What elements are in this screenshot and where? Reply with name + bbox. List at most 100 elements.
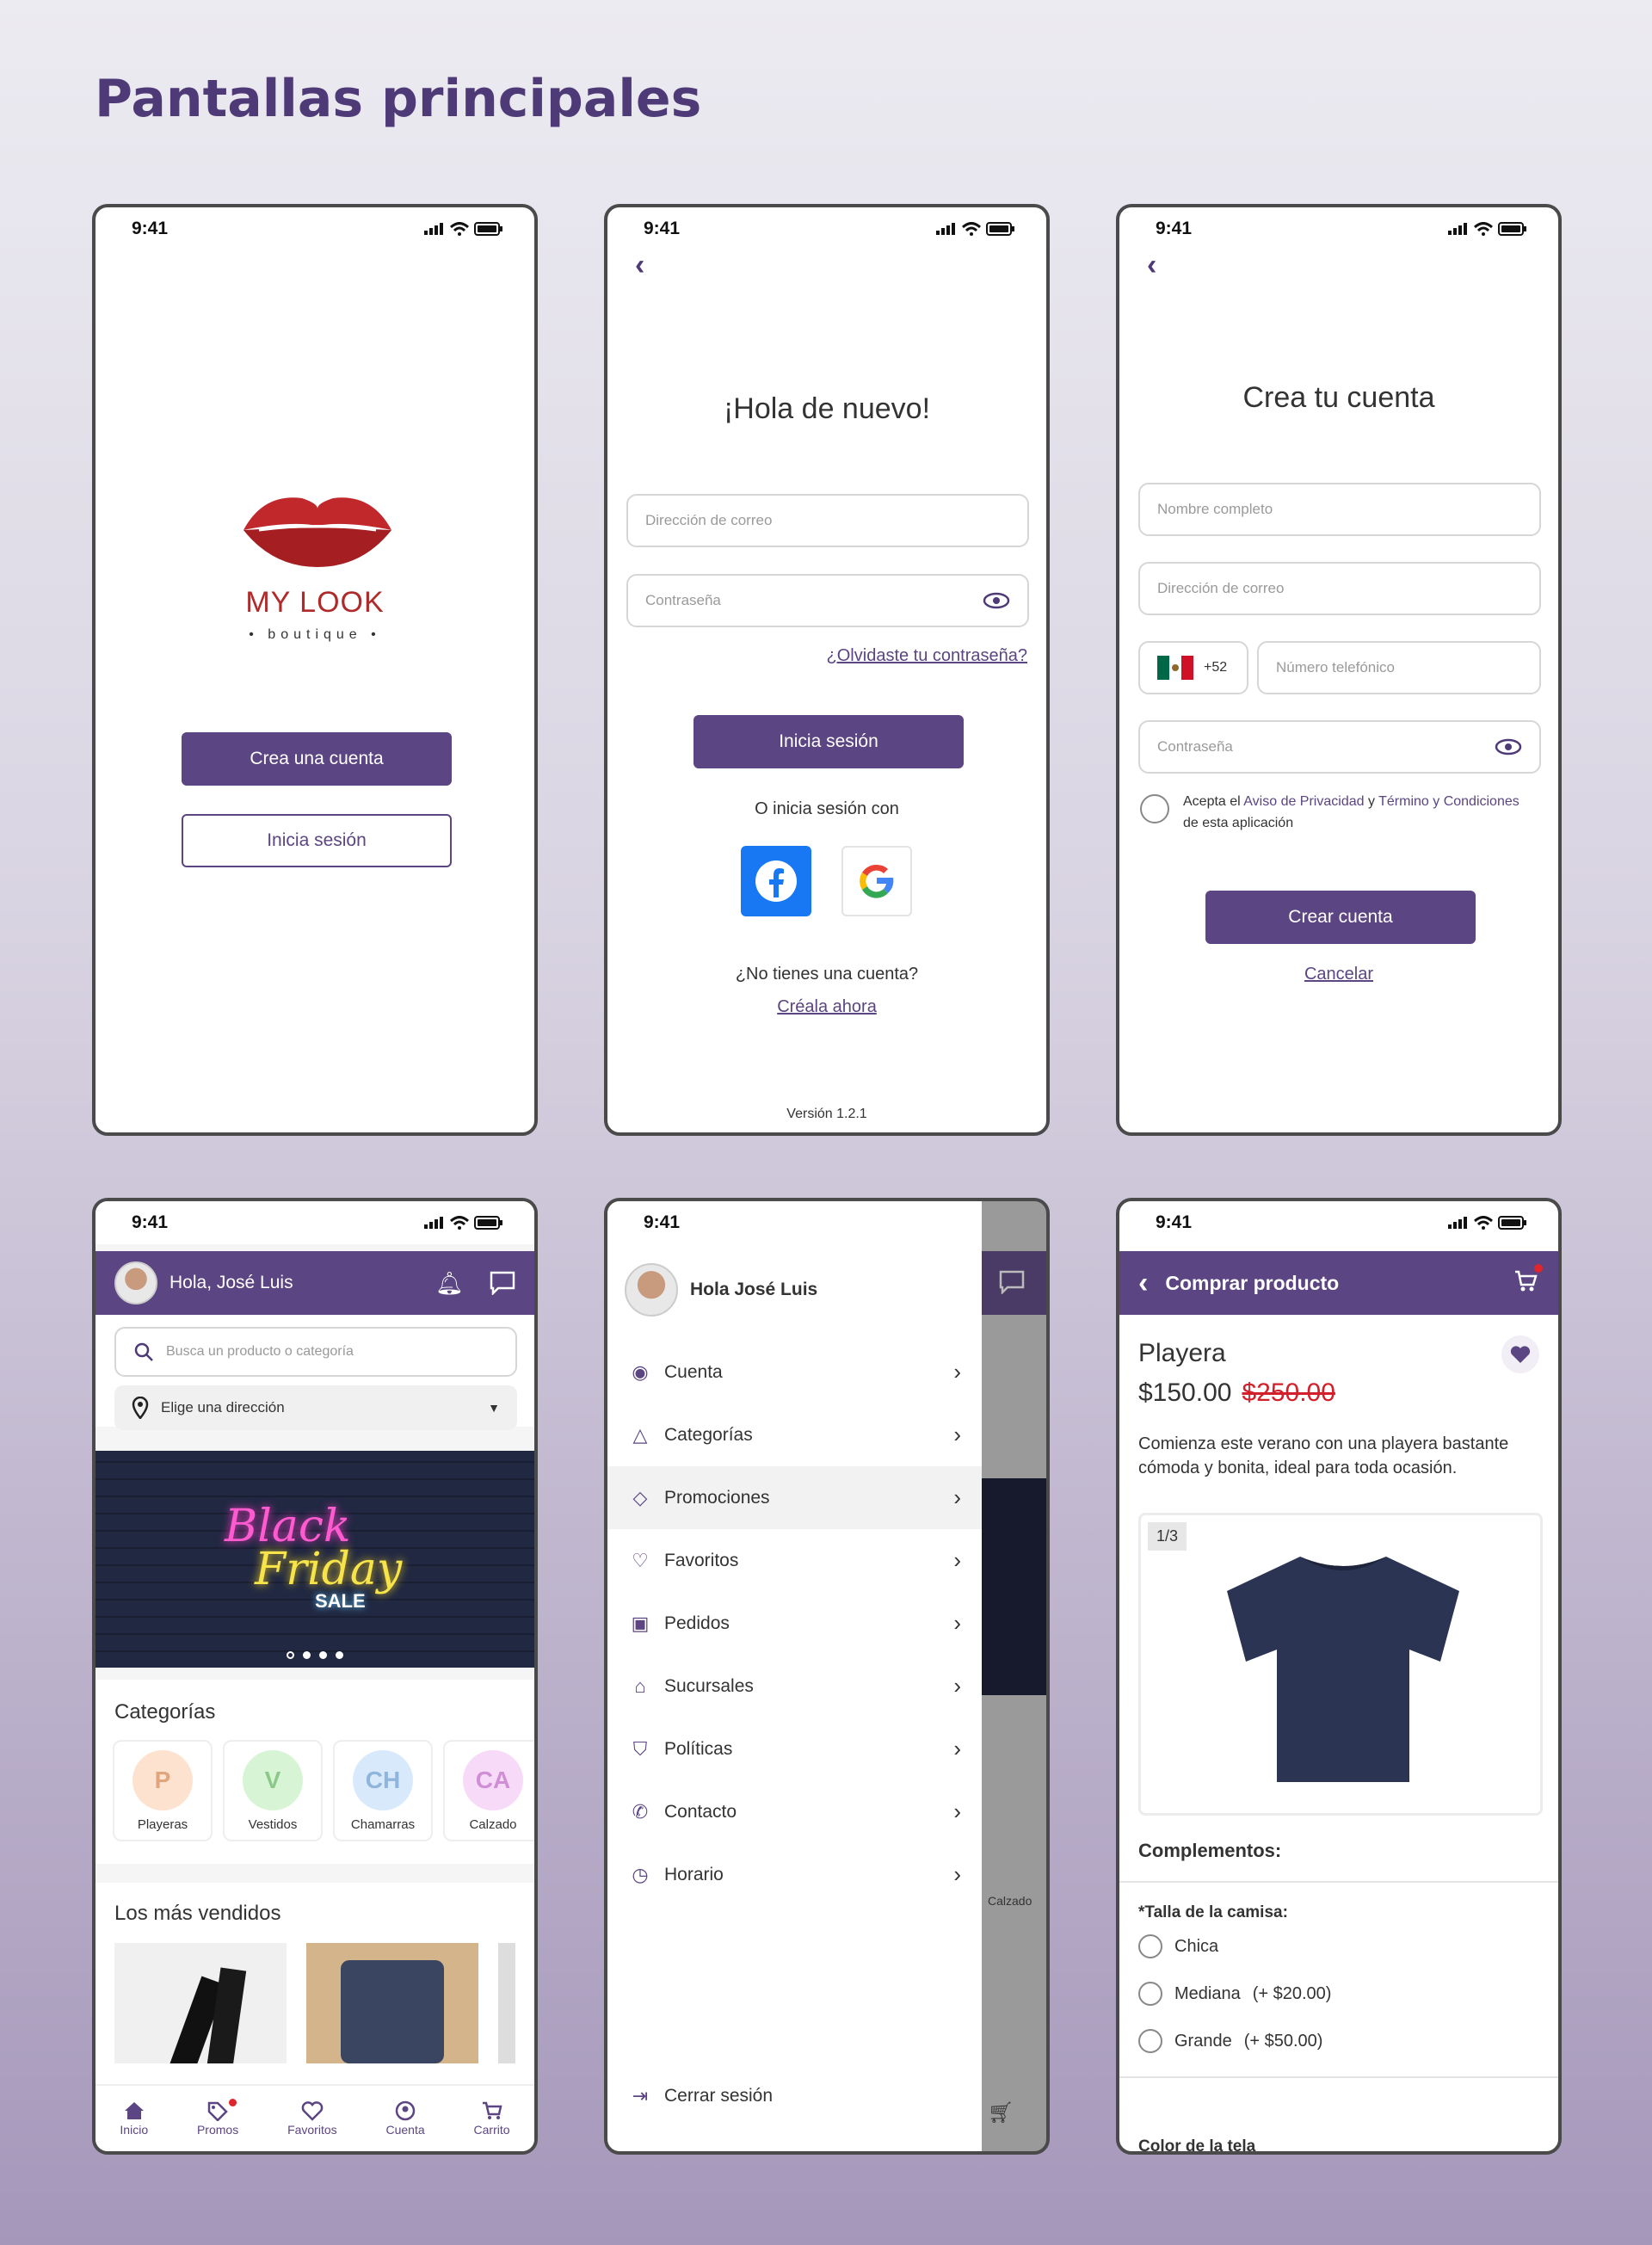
logout-icon: ⇥	[632, 2084, 649, 2106]
size-option[interactable]: Chica	[1138, 1934, 1218, 1958]
menu-label: Promociones	[664, 1487, 770, 1508]
home-header: Hola, José Luis 🔔︎	[96, 1251, 534, 1315]
menu-item-sucursales[interactable]: ⌂ Sucursales ›	[607, 1655, 982, 1718]
chevron-right-icon: ›	[953, 1736, 961, 1761]
country-code-select[interactable]: +52	[1138, 641, 1248, 694]
cart-icon: 🛒︎	[988, 2101, 1014, 2125]
carousel-dot[interactable]	[319, 1651, 327, 1659]
create-account-button[interactable]: Crea una cuenta	[182, 732, 452, 786]
chevron-right-icon: ›	[953, 1673, 961, 1699]
menu-item-horario[interactable]: ◷ Horario ›	[607, 1843, 982, 1906]
back-arrow-icon[interactable]: ‹	[635, 249, 644, 282]
size-option[interactable]: Grande (+ $50.00)	[1138, 2029, 1322, 2053]
search-input[interactable]: Busca un producto o categoría	[114, 1327, 517, 1377]
carousel-dot[interactable]	[303, 1651, 311, 1659]
size-option[interactable]: Mediana (+ $20.00)	[1138, 1982, 1331, 2006]
mexico-flag-icon	[1157, 656, 1193, 680]
terms-link[interactable]: Término y Condiciones	[1378, 794, 1519, 809]
radio-button[interactable]	[1138, 1982, 1162, 2006]
privacy-link[interactable]: Aviso de Privacidad	[1243, 794, 1364, 809]
nav-favorites[interactable]: Favoritos	[287, 2100, 337, 2137]
dimmed-category-label: Calzado	[988, 1894, 1032, 1908]
login-button[interactable]: Inicia sesión	[182, 814, 452, 867]
phone-placeholder: Número telefónico	[1276, 659, 1395, 675]
google-icon	[860, 864, 894, 898]
dimmed-banner	[982, 1478, 1046, 1695]
full-name-field[interactable]: Nombre completo	[1138, 483, 1541, 536]
phone-field[interactable]: Número telefónico	[1257, 641, 1541, 694]
carousel-dot[interactable]	[287, 1651, 294, 1659]
version-text: Versión 1.2.1	[786, 1107, 867, 1121]
carousel-dot[interactable]	[336, 1651, 343, 1659]
category-card[interactable]: P Playeras	[113, 1740, 213, 1841]
chevron-right-icon: ›	[953, 1484, 961, 1510]
banner-line-3: SALE	[315, 1590, 366, 1612]
chevron-right-icon: ›	[953, 1861, 961, 1887]
product-thumbnail[interactable]	[498, 1943, 515, 2063]
password-field[interactable]: Contraseña	[626, 574, 1029, 627]
category-card[interactable]: V Vestidos	[223, 1740, 323, 1841]
address-select[interactable]: Elige una dirección ▼	[114, 1385, 517, 1430]
nav-cart[interactable]: Carrito	[474, 2100, 510, 2137]
forgot-password-link[interactable]: ¿Olvidaste tu contraseña?	[827, 646, 1027, 666]
cancel-link[interactable]: Cancelar	[1304, 965, 1373, 984]
bell-icon[interactable]: 🔔︎	[435, 1270, 464, 1297]
category-initial: P	[133, 1749, 193, 1810]
nav-home[interactable]: Inicio	[120, 2100, 148, 2137]
no-account-text: ¿No tienes una cuenta?	[735, 965, 919, 984]
email-field[interactable]: Dirección de correo	[1138, 562, 1541, 615]
status-icons	[1448, 222, 1527, 236]
nav-account[interactable]: Cuenta	[386, 2100, 425, 2137]
menu-label: Pedidos	[664, 1613, 730, 1633]
accept-terms-checkbox[interactable]	[1140, 794, 1169, 823]
menu-item-contacto[interactable]: ✆ Contacto ›	[607, 1780, 982, 1843]
menu-item-favoritos[interactable]: ♡ Favoritos ›	[607, 1529, 982, 1592]
logout-button[interactable]: ⇥ Cerrar sesión	[607, 2064, 982, 2127]
avatar[interactable]	[114, 1261, 157, 1304]
category-card[interactable]: CA Calzado	[443, 1740, 534, 1841]
menu-item-pedidos[interactable]: ▣ Pedidos ›	[607, 1592, 982, 1655]
menu-item-politicas[interactable]: ⛉ Políticas ›	[607, 1718, 982, 1780]
product-thumbnail[interactable]	[306, 1943, 478, 2063]
radio-button[interactable]	[1138, 1934, 1162, 1958]
product-thumbnail[interactable]	[114, 1943, 287, 2063]
product-name: Playera	[1138, 1339, 1226, 1367]
google-button[interactable]	[841, 846, 912, 916]
cart-button[interactable]	[1513, 1263, 1543, 1298]
promo-banner[interactable]: Black Friday SALE	[96, 1451, 534, 1668]
dimmed-header	[982, 1251, 1046, 1315]
password-field[interactable]: Contraseña	[1138, 720, 1541, 774]
bestsellers-title: Los más vendidos	[114, 1902, 281, 1925]
radio-button[interactable]	[1138, 2029, 1162, 2053]
facebook-button[interactable]	[741, 846, 811, 916]
eye-icon[interactable]	[1495, 738, 1522, 756]
chat-icon[interactable]	[490, 1271, 515, 1295]
back-arrow-icon[interactable]: ‹	[1147, 249, 1156, 282]
phone-icon: ✆	[632, 1800, 649, 1823]
notification-dot	[1534, 1263, 1543, 1273]
product-gallery[interactable]: 1/3	[1138, 1513, 1543, 1816]
category-label: Calzado	[469, 1816, 517, 1832]
tag-icon	[207, 2101, 228, 2121]
create-account-submit-button[interactable]: Crear cuenta	[1205, 891, 1476, 944]
chevron-right-icon: ›	[953, 1798, 961, 1824]
search-placeholder: Busca un producto o categoría	[166, 1344, 354, 1359]
menu-item-promociones[interactable]: ◇ Promociones ›	[607, 1466, 982, 1529]
cart-icon	[482, 2101, 502, 2119]
logout-label: Cerrar sesión	[664, 2085, 774, 2106]
create-now-link[interactable]: Créala ahora	[777, 997, 877, 1016]
category-card[interactable]: CH Chamarras	[333, 1740, 433, 1841]
menu-item-categorias[interactable]: △ Categorías ›	[607, 1403, 982, 1466]
status-icons	[936, 222, 1015, 236]
size-option-label: Mediana	[1174, 1983, 1241, 2003]
email-field[interactable]: Dirección de correo	[626, 494, 1029, 547]
battery-icon	[986, 222, 1014, 236]
avatar[interactable]	[625, 1263, 678, 1317]
eye-icon[interactable]	[983, 592, 1010, 609]
favorite-button[interactable]	[1501, 1335, 1539, 1373]
greeting: Hola, José Luis	[170, 1273, 293, 1292]
back-arrow-icon[interactable]: ‹	[1138, 1267, 1148, 1300]
login-submit-button[interactable]: Inicia sesión	[693, 715, 964, 768]
menu-item-cuenta[interactable]: ◉ Cuenta ›	[607, 1341, 982, 1403]
nav-promos[interactable]: Promos	[197, 2099, 238, 2137]
